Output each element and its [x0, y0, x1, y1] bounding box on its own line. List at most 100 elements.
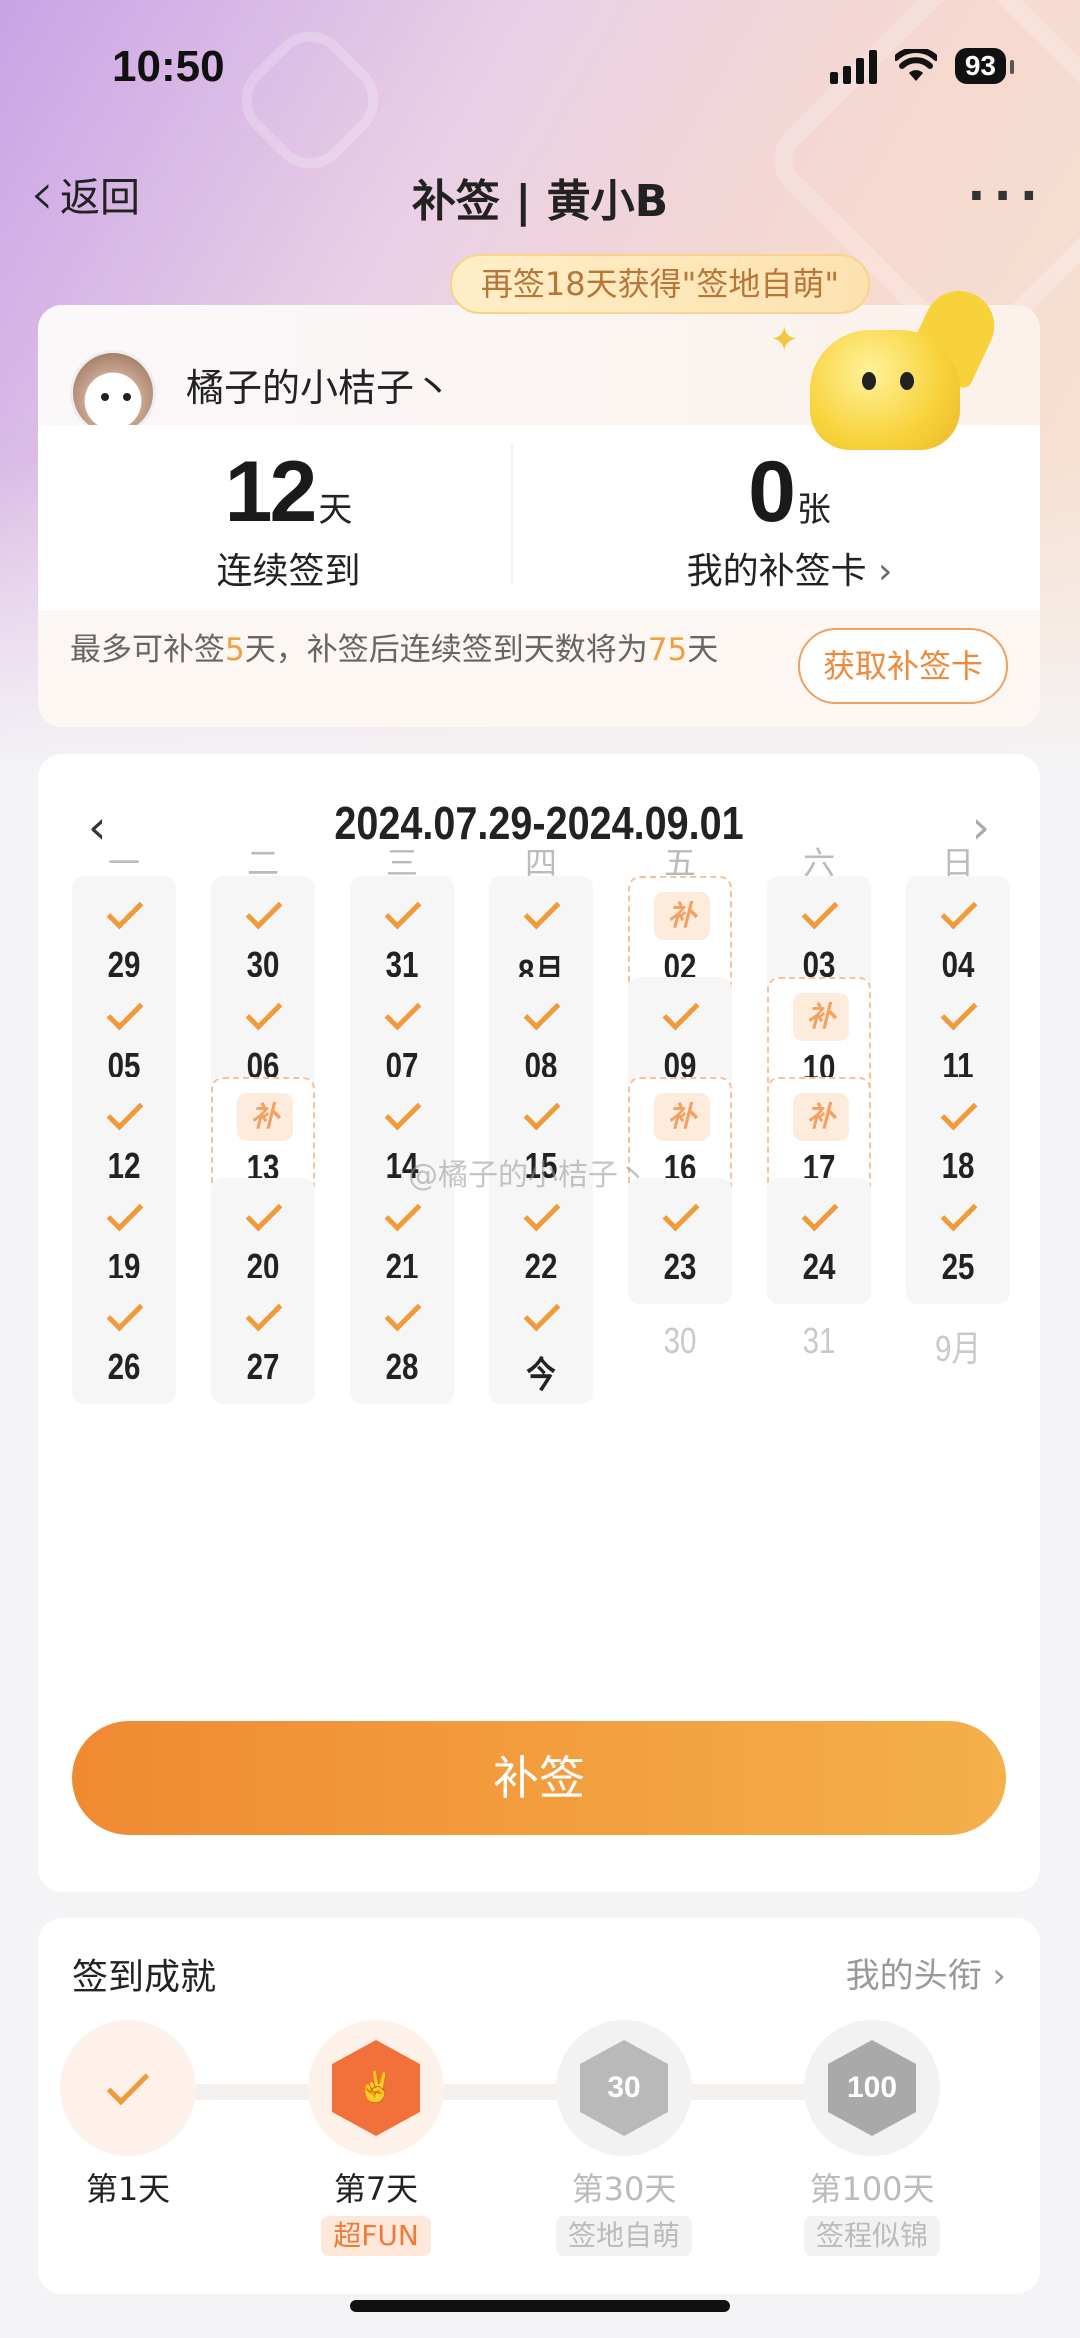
calendar-day-label: 今 — [526, 1354, 556, 1395]
battery-icon: 93 — [954, 48, 1015, 84]
info-result-days: 75 — [647, 632, 688, 668]
watermark: @橘子的小桔子丶 — [408, 1158, 648, 1193]
calendar-day-label: 9月 — [935, 1328, 981, 1369]
achievement-title-tag: 签地自萌 — [555, 2216, 692, 2256]
chevron-right-icon: › — [878, 551, 893, 592]
check-icon — [940, 1093, 978, 1131]
achievement-item[interactable]: 30 第30天签地自萌 — [524, 2020, 724, 2256]
achievement-badge-icon: 30 — [556, 2020, 692, 2156]
info-middle: 天，补签后连续签到天数将为 — [244, 632, 648, 668]
avatar[interactable] — [70, 350, 156, 436]
check-icon — [940, 892, 978, 930]
mascot-body — [810, 330, 960, 450]
check-icon — [384, 892, 422, 930]
check-icon — [106, 993, 144, 1030]
check-icon — [384, 1294, 422, 1332]
makeup-tag: 补 — [654, 892, 710, 940]
streak-value: 12 — [224, 444, 318, 540]
check-icon — [106, 892, 144, 930]
calendar-day-future: 31 — [767, 1278, 871, 1404]
achievement-day: 第1天 — [85, 2170, 171, 2208]
signal-icon — [829, 48, 877, 84]
cards-value: 0 — [748, 444, 796, 540]
cards-label: 我的补签卡 — [686, 551, 867, 592]
hexagon-badge-icon: 30 — [580, 2040, 668, 2136]
username: 橘子的小桔子丶 — [186, 366, 453, 410]
stat-divider — [511, 445, 513, 585]
check-icon — [106, 1194, 144, 1231]
makeup-tag: 补 — [237, 1093, 293, 1141]
chevron-right-icon: › — [992, 1956, 1006, 1996]
check-icon — [245, 993, 283, 1030]
check-icon — [662, 993, 700, 1030]
makeup-tag: 补 — [793, 992, 849, 1041]
page-title: 补签 | 黄小B — [411, 176, 669, 227]
check-icon — [384, 1194, 422, 1231]
achievement-day: 第7天 — [333, 2170, 419, 2208]
info-suffix: 天 — [687, 632, 719, 668]
calendar-day-signed: 今 — [489, 1278, 593, 1404]
check-icon — [523, 1093, 561, 1131]
check-icon — [801, 1194, 839, 1231]
achievement-badge-icon: ✌ — [308, 2020, 444, 2156]
makeup-cards-stat[interactable]: 0张 我的补签卡 › — [539, 443, 1040, 594]
achievement-item[interactable]: 100 第100天 签程似锦 — [772, 2020, 972, 2256]
calendar-day-future: 9月 — [906, 1278, 1010, 1404]
check-icon — [801, 892, 839, 930]
achievements-card: 签到成就 我的头衔 › 第1天 ✌ 第7天超FUN 30 第30天签地自萌 100 第100… — [38, 1918, 1040, 2294]
makeup-info-bar: 最多可补签5天，补签后连续签到天数将为75天 获取补签卡 — [38, 610, 1040, 727]
calendar-day-label: 30 — [663, 1320, 697, 1361]
check-icon — [940, 993, 978, 1030]
check-icon — [523, 993, 561, 1030]
mascot-eye — [900, 372, 914, 390]
sparkle-icon: ✦ — [770, 320, 799, 360]
my-titles-label: 我的头衔 — [845, 1956, 982, 1996]
mascot-eye — [862, 372, 876, 390]
streak-label: 连续签到 — [216, 551, 361, 592]
check-icon — [940, 1194, 978, 1231]
check-icon — [523, 892, 561, 930]
more-icon[interactable]: ··· — [967, 168, 1046, 224]
achievement-day: 第30天 — [571, 2170, 677, 2208]
achievements-title: 签到成就 — [72, 1957, 217, 1998]
hexagon-badge-icon: 100 — [828, 2040, 916, 2136]
calendar-day-signed: 27 — [211, 1278, 315, 1404]
check-icon — [245, 1294, 283, 1332]
calendar-day-label: 28 — [385, 1346, 419, 1387]
calendar-day-label: 26 — [107, 1346, 141, 1387]
info-max-days: 5 — [225, 632, 245, 668]
home-indicator — [350, 2300, 730, 2312]
get-makeup-card-button[interactable]: 获取补签卡 — [798, 628, 1008, 704]
achievement-item[interactable]: 第1天 — [28, 2020, 228, 2210]
achievement-title-tag: 超FUN — [321, 2216, 431, 2256]
cards-unit: 张 — [796, 490, 831, 530]
check-icon — [523, 1194, 561, 1231]
cards-link[interactable]: 我的补签卡 › — [539, 542, 1040, 594]
calendar-day-label: 31 — [802, 1320, 836, 1361]
check-icon — [106, 1294, 144, 1332]
info-prefix: 最多可补签 — [70, 632, 225, 668]
makeup-tag: 补 — [654, 1093, 710, 1141]
status-icons: 93 — [829, 48, 1015, 84]
mascot-image: ✦ — [770, 279, 1006, 460]
streak-stat: 12 天 连续签到 — [38, 443, 539, 594]
my-titles-link[interactable]: 我的头衔 › — [846, 1948, 1006, 1997]
makeup-sign-button[interactable]: 补签 — [72, 1721, 1006, 1835]
check-icon — [523, 1294, 561, 1332]
achievement-title-tag: 签程似锦 — [803, 2216, 940, 2256]
makeup-info-text: 最多可补签5天，补签后连续签到天数将为75天 — [70, 630, 770, 670]
check-icon — [106, 2062, 150, 2106]
calendar-day-label: 27 — [246, 1346, 280, 1387]
check-icon — [662, 1194, 700, 1231]
calendar-day-signed: 26 — [72, 1278, 176, 1404]
hexagon-badge-icon: ✌ — [332, 2040, 420, 2136]
check-icon — [384, 993, 422, 1030]
calendar-day-signed: 28 — [350, 1278, 454, 1404]
streak-unit: 天 — [318, 490, 353, 530]
check-icon — [106, 1093, 144, 1131]
calendar-card: ‹ 2024.07.29-2024.09.01 › 一二三四五六日 29 30 31… — [38, 754, 1040, 1892]
achievement-badge-icon: 100 — [804, 2020, 940, 2156]
check-icon — [245, 892, 283, 930]
achievement-item[interactable]: ✌ 第7天超FUN — [276, 2020, 476, 2256]
wifi-icon — [894, 49, 937, 81]
